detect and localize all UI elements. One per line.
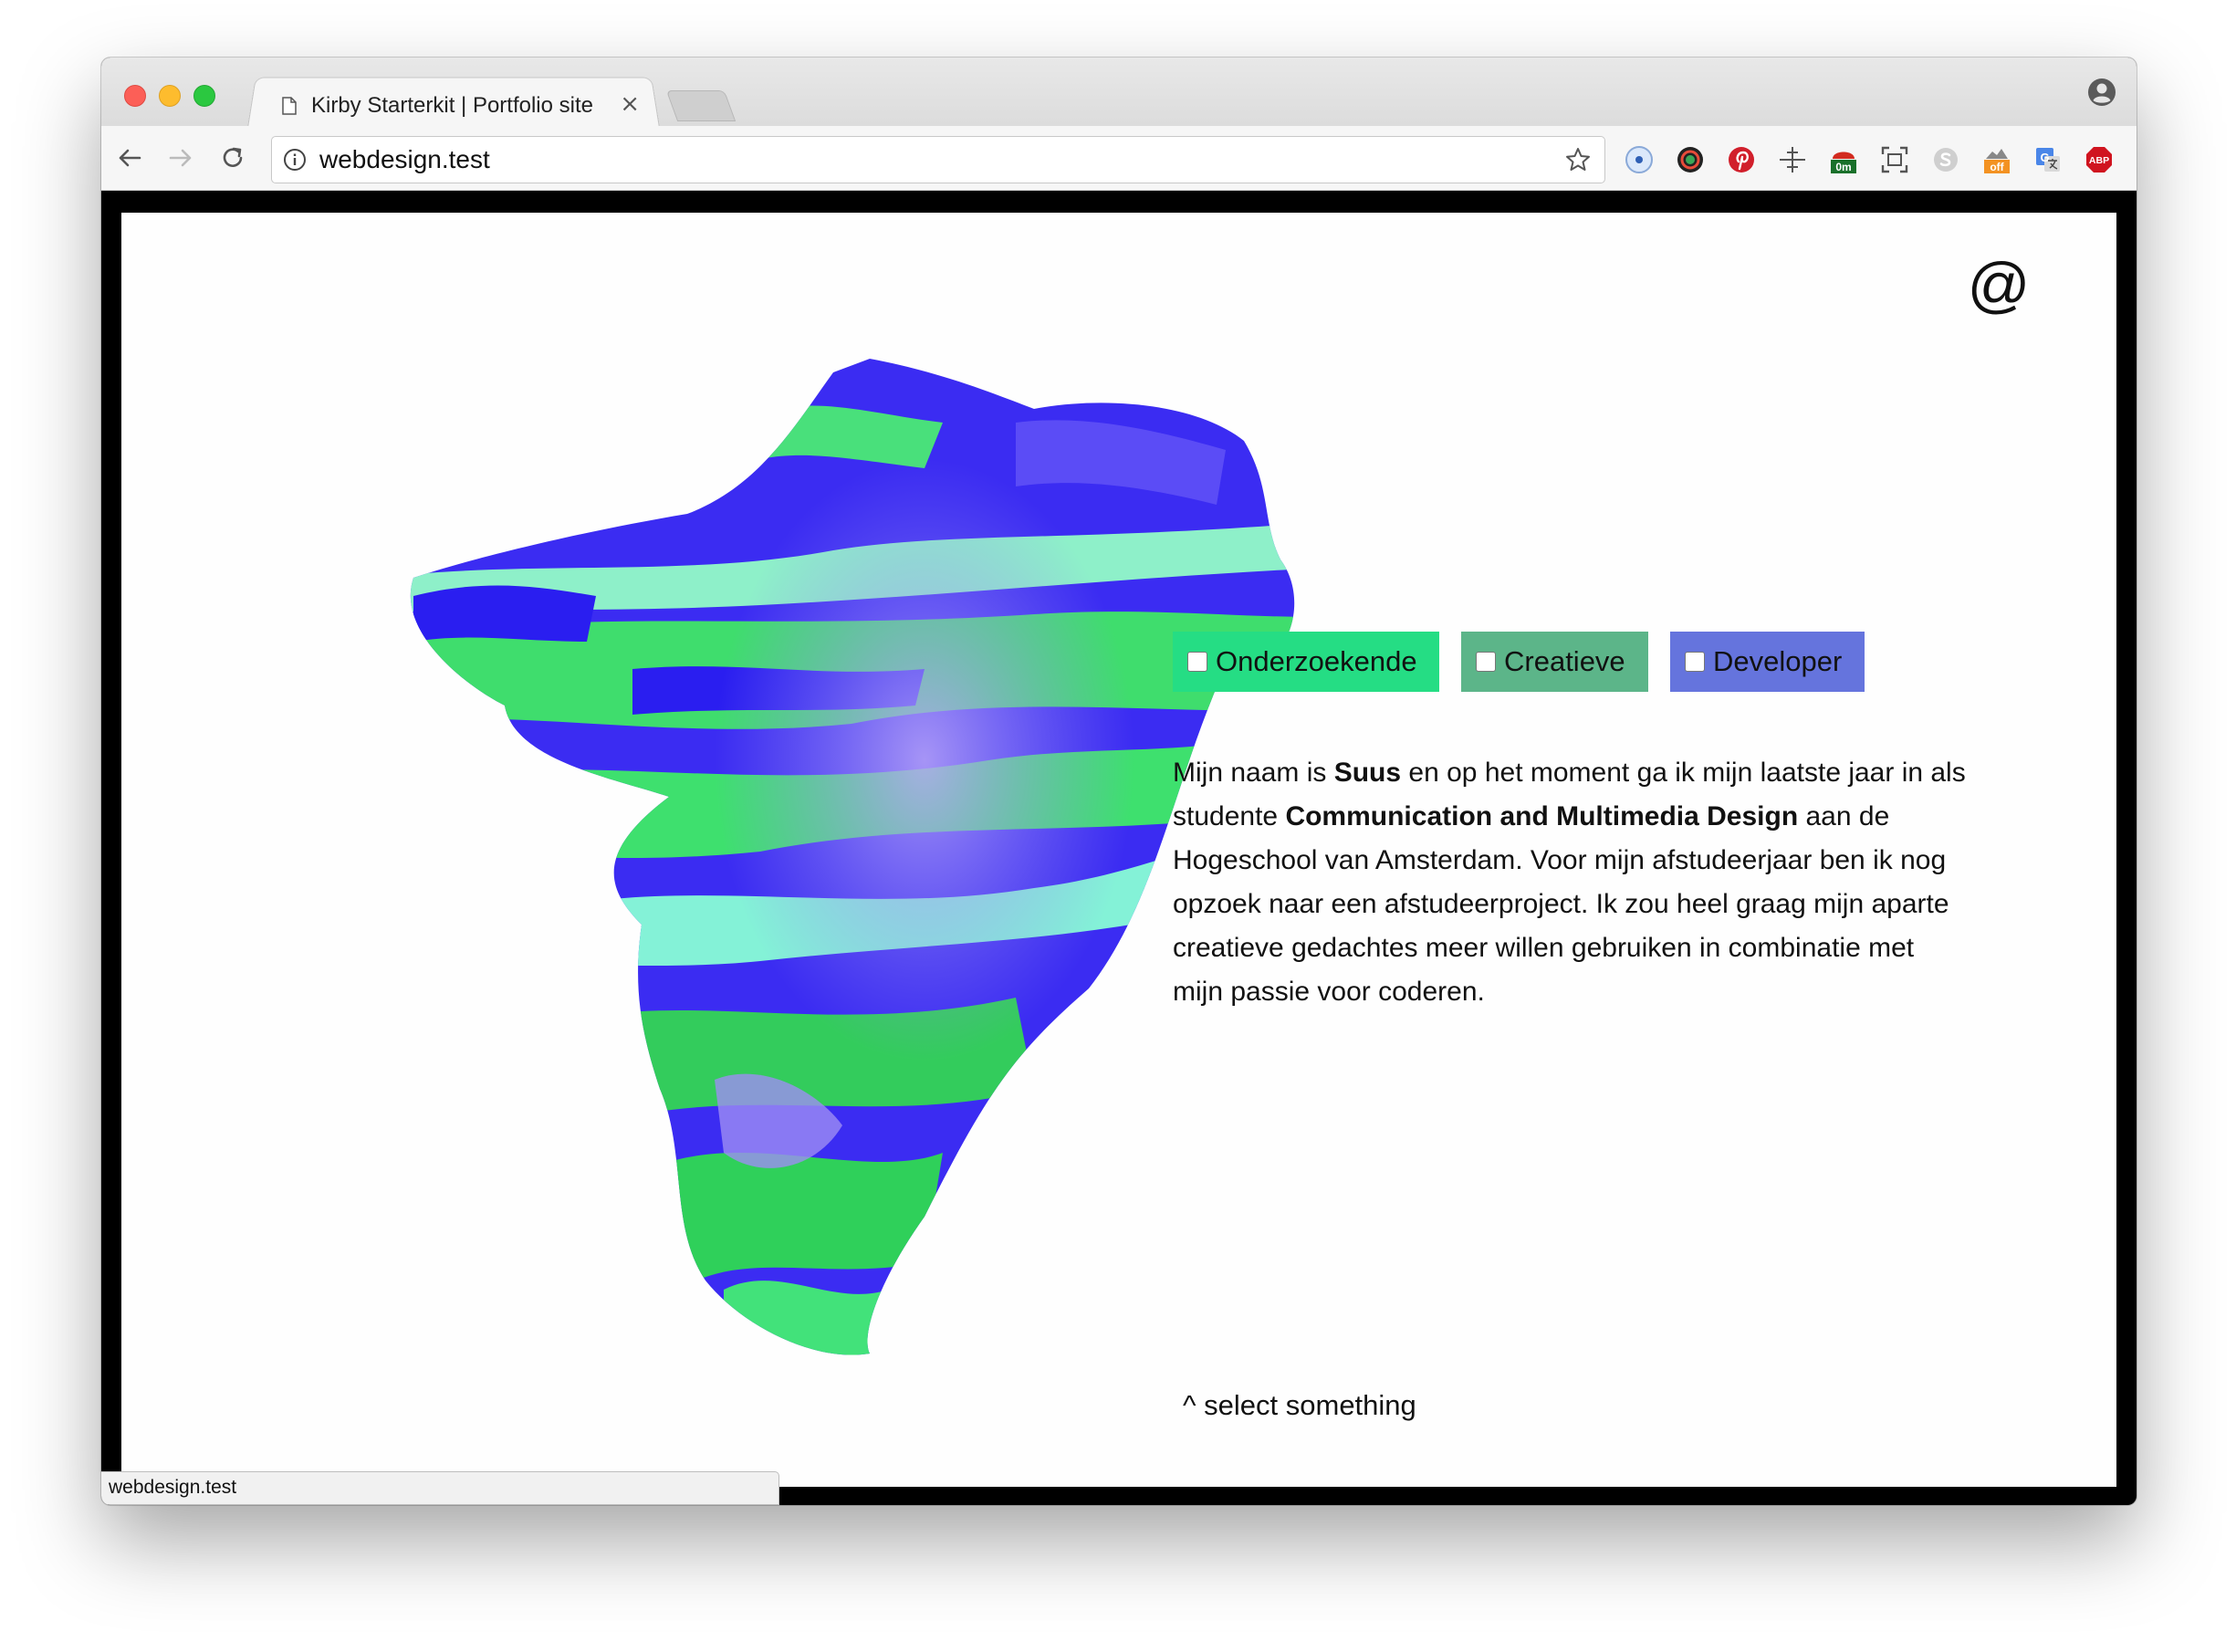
- maximize-window-button[interactable]: [193, 85, 215, 107]
- adblock-label: ABP: [2089, 155, 2109, 166]
- adblock-plus-icon[interactable]: ABP: [2084, 144, 2115, 175]
- screenshot-frame-icon[interactable]: [1879, 144, 1910, 175]
- minimize-window-button[interactable]: [159, 85, 181, 107]
- pinterest-icon[interactable]: [1726, 144, 1757, 175]
- close-tab-icon[interactable]: ×: [620, 90, 640, 118]
- web-page: @ Onderzoekende Creatieve Developer Mijn…: [121, 213, 2116, 1487]
- qr-code-icon[interactable]: [2135, 144, 2137, 175]
- onderzoekende-checkbox[interactable]: [1187, 652, 1207, 672]
- google-translate-icon[interactable]: G: [2032, 144, 2064, 175]
- filter-label: Onderzoekende: [1216, 645, 1417, 677]
- off-badge: off: [1990, 161, 2004, 173]
- active-tab-content[interactable]: Kirby Starterkit | Portfolio site ×: [264, 85, 656, 127]
- bio-study: Communication and Multimedia Design: [1285, 801, 1799, 831]
- extension-color-picker-icon[interactable]: [1675, 144, 1706, 175]
- svg-text:G: G: [2040, 151, 2049, 164]
- tab-title: Kirby Starterkit | Portfolio site: [311, 93, 593, 118]
- status-bar: webdesign.test: [101, 1471, 779, 1505]
- status-url: webdesign.test: [109, 1477, 237, 1498]
- skype-icon[interactable]: [1930, 144, 1961, 175]
- filter-onderzoekende[interactable]: Onderzoekende: [1173, 632, 1439, 692]
- filter-label: Creatieve: [1504, 645, 1625, 677]
- timer-extension-icon[interactable]: 0m: [1828, 144, 1859, 175]
- role-filters: Onderzoekende Creatieve Developer: [1173, 632, 1886, 692]
- contact-at-icon[interactable]: @: [1969, 256, 2029, 317]
- url-text[interactable]: webdesign.test: [319, 145, 490, 174]
- timer-badge: 0m: [1835, 161, 1851, 173]
- creatieve-checkbox[interactable]: [1476, 652, 1496, 672]
- new-tab-button[interactable]: [665, 90, 737, 121]
- title-bar: Kirby Starterkit | Portfolio site ×: [101, 58, 2137, 128]
- svg-text:@: @: [1969, 256, 2029, 317]
- document-icon: [282, 97, 297, 115]
- info-icon[interactable]: [283, 148, 307, 172]
- off-badge-extension-icon[interactable]: off: [1981, 144, 2012, 175]
- filter-label: Developer: [1713, 645, 1843, 677]
- extension-blue-dot-icon[interactable]: [1624, 144, 1655, 175]
- profile-icon[interactable]: [2087, 78, 2116, 107]
- filter-creatieve[interactable]: Creatieve: [1461, 632, 1648, 692]
- browser-toolbar: webdesign.test 0m off G ABP: [101, 126, 2137, 191]
- bio-paragraph: Mijn naam is Suus en op het moment ga ik…: [1173, 758, 1966, 1007]
- forward-arrow-icon[interactable]: [165, 142, 196, 173]
- back-arrow-icon[interactable]: [114, 142, 145, 173]
- browser-window: Kirby Starterkit | Portfolio site × webd…: [101, 58, 2137, 1505]
- close-window-button[interactable]: [124, 85, 146, 107]
- bio-name: Suus: [1333, 758, 1402, 788]
- address-bar[interactable]: webdesign.test: [271, 136, 1605, 183]
- select-hint: ^ select something: [1183, 1389, 1416, 1421]
- ruler-crosshair-icon[interactable]: [1777, 144, 1808, 175]
- reload-icon[interactable]: [217, 142, 248, 173]
- bookmark-star-icon[interactable]: [1564, 146, 1592, 173]
- developer-checkbox[interactable]: [1685, 652, 1705, 672]
- filter-developer[interactable]: Developer: [1670, 632, 1865, 692]
